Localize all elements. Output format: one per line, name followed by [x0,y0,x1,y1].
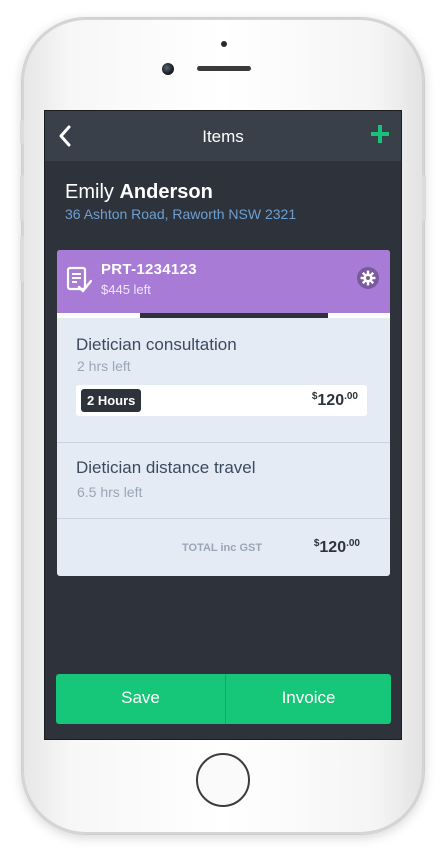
document-check-icon [66,266,93,294]
client-name: Emily Anderson [65,181,296,204]
home-button[interactable] [196,753,250,807]
plan-header[interactable]: PRT-1234123 $445 left [57,250,390,313]
plan-id: PRT-1234123 [101,261,197,278]
invoice-button[interactable]: Invoice [226,674,391,724]
item-title: Dietician distance travel [76,458,256,477]
client-last-name: Anderson [119,181,213,203]
earpiece-speaker [197,66,251,71]
total-price: $120.00 [313,538,360,556]
gear-icon[interactable] [357,267,379,289]
list-item-consultation[interactable]: Dietician consultation 2 hrs left [57,318,390,443]
client-info: Emily Anderson 36 Ashton Road, Raworth N… [65,181,296,222]
volume-up-button [20,175,24,221]
save-button[interactable]: Save [56,674,225,724]
sensor-dot [221,41,227,47]
plan-card: PRT-1234123 $445 left Dietician consulta… [57,250,390,576]
client-first-name: Emily [65,181,114,203]
power-button [422,175,426,221]
item-remaining: 6.5 hrs left [77,484,143,500]
nav-bar: Items [45,111,401,161]
list-item-distance-travel[interactable]: Dietician distance travel 6.5 hrs left [57,443,390,519]
quantity-row[interactable]: 2 Hours $120.00 [76,385,367,416]
item-remaining: 2 hrs left [77,358,131,374]
item-price: $120.00 [311,391,358,409]
quantity-badge[interactable]: 2 Hours [81,389,142,412]
front-camera [162,63,174,75]
plan-remaining: $445 left [101,282,151,297]
mute-switch [20,120,24,144]
page-title: Items [202,127,244,146]
item-title: Dietician consultation [76,335,237,354]
plus-icon[interactable] [368,118,392,148]
total-label: TOTAL inc GST [182,542,263,554]
app-screen: Items Emily Anderson 36 Ashton Road, Raw… [44,110,402,740]
client-address[interactable]: 36 Ashton Road, Raworth NSW 2321 [65,206,296,222]
volume-down-button [20,236,24,282]
action-bar: Save Invoice [56,674,391,724]
